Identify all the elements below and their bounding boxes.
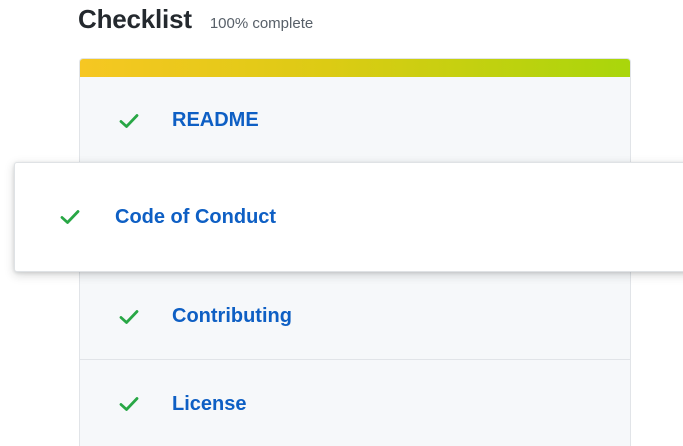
page-title: Checklist: [78, 4, 192, 34]
check-icon: [59, 206, 81, 228]
check-icon: [118, 393, 140, 415]
checklist-item-readme[interactable]: README: [80, 77, 630, 165]
check-icon: [118, 306, 140, 328]
progress-bar: [80, 59, 630, 77]
checklist-page: Checklist 100% complete README Contribut…: [0, 0, 683, 446]
checklist-item-label[interactable]: License: [172, 393, 246, 416]
checklist-item-code-of-conduct[interactable]: Code of Conduct: [14, 162, 683, 272]
checklist-item-contributing[interactable]: Contributing: [80, 274, 630, 360]
check-icon: [118, 110, 140, 132]
completion-status: 100% complete: [209, 15, 314, 32]
checklist-header: Checklist 100% complete: [78, 4, 313, 35]
checklist-item-label[interactable]: README: [172, 109, 259, 132]
progress-fill: [80, 59, 630, 77]
checklist-item-label[interactable]: Contributing: [172, 305, 292, 328]
checklist-item-label[interactable]: Code of Conduct: [115, 206, 276, 229]
checklist-item-license[interactable]: License: [80, 361, 630, 446]
